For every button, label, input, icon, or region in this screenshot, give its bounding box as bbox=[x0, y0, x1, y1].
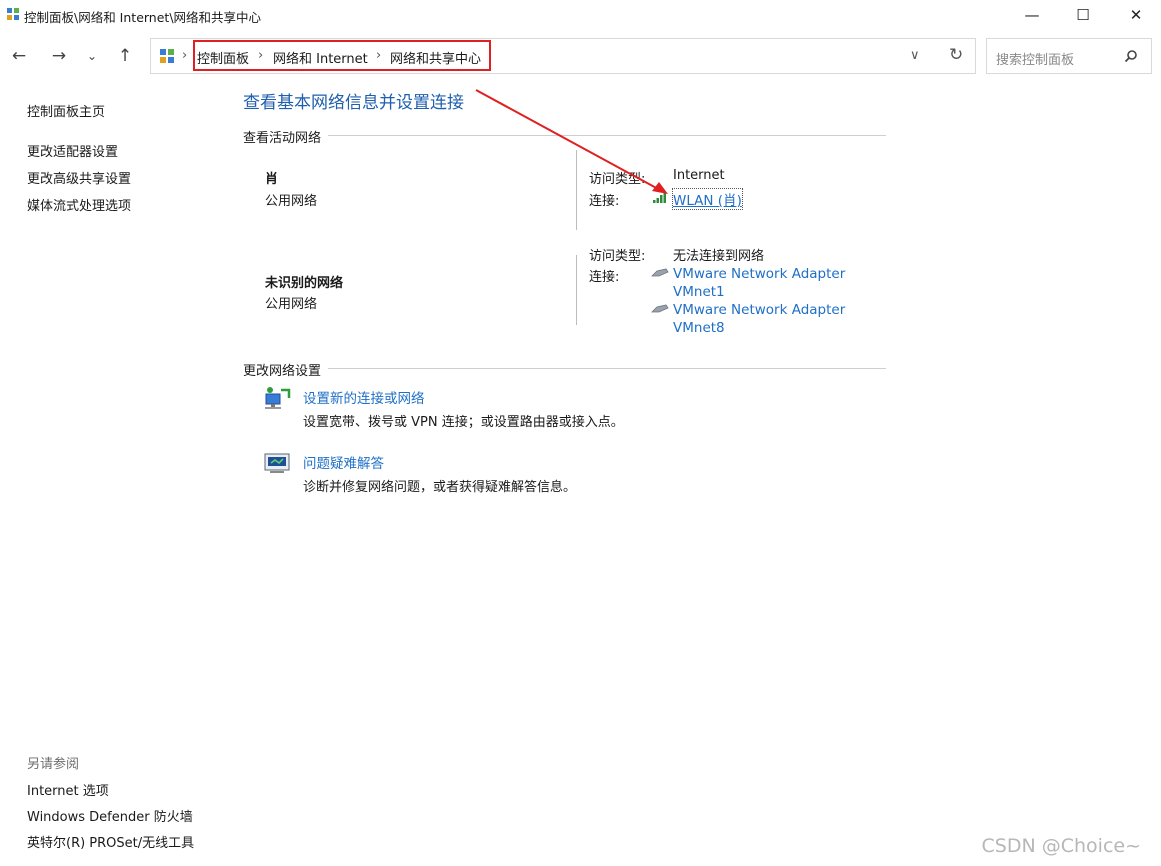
vmnet1-connection-link[interactable]: VMware Network Adapter bbox=[673, 266, 845, 282]
new-connection-icon bbox=[265, 387, 291, 409]
sidebar-item-internet-options[interactable]: Internet 选项 bbox=[27, 780, 109, 799]
access-type-value: Internet bbox=[673, 168, 725, 183]
page-title: 查看基本网络信息并设置连接 bbox=[243, 93, 464, 113]
troubleshoot-description: 诊断并修复网络问题，或者获得疑难解答信息。 bbox=[303, 480, 577, 495]
sidebar-item-adapter-settings[interactable]: 更改适配器设置 bbox=[27, 141, 118, 160]
see-also-heading: 另请参阅 bbox=[27, 757, 80, 772]
access-type-label: 访问类型: bbox=[589, 249, 646, 264]
vmnet8-connection-link-line2[interactable]: VMnet8 bbox=[673, 320, 725, 336]
sidebar-item-home[interactable]: 控制面板主页 bbox=[27, 101, 105, 120]
wifi-signal-icon bbox=[653, 192, 666, 203]
network-name: 未识别的网络 bbox=[265, 276, 344, 291]
network-name: 肖 bbox=[265, 172, 279, 187]
network-cable-icon bbox=[651, 304, 669, 313]
sidebar-item-advanced-sharing[interactable]: 更改高级共享设置 bbox=[27, 168, 131, 187]
section-title-change-settings: 更改网络设置 bbox=[243, 364, 322, 379]
search-placeholder: 搜索控制面板 bbox=[996, 53, 1075, 68]
maximize-button[interactable]: ☐ bbox=[1060, 0, 1106, 30]
back-button[interactable]: ← bbox=[7, 44, 31, 68]
network-type: 公用网络 bbox=[265, 194, 318, 209]
close-button[interactable]: ✕ bbox=[1113, 0, 1159, 30]
title-bar: 控制面板\网络和 Internet\网络和共享中心 — ☐ ✕ bbox=[0, 0, 1161, 30]
control-panel-icon bbox=[160, 49, 174, 63]
network-cable-icon bbox=[651, 268, 669, 277]
vmnet8-connection-link[interactable]: VMware Network Adapter bbox=[673, 302, 845, 318]
access-type-value: 无法连接到网络 bbox=[673, 249, 765, 264]
connection-label: 连接: bbox=[589, 270, 620, 285]
wlan-connection-link[interactable]: WLAN (肖) bbox=[672, 188, 743, 210]
forward-button[interactable]: → bbox=[47, 44, 71, 68]
sidebar-item-firewall[interactable]: Windows Defender 防火墙 bbox=[27, 806, 193, 825]
network-type: 公用网络 bbox=[265, 297, 318, 312]
sidebar-item-proset[interactable]: 英特尔(R) PROSet/无线工具 bbox=[27, 832, 194, 851]
minimize-button[interactable]: — bbox=[1009, 0, 1055, 30]
troubleshoot-icon bbox=[264, 453, 290, 473]
window-title: 控制面板\网络和 Internet\网络和共享中心 bbox=[24, 10, 262, 25]
refresh-icon[interactable]: ↻ bbox=[949, 45, 963, 65]
divider bbox=[576, 150, 577, 230]
search-icon[interactable] bbox=[1124, 49, 1138, 63]
sidebar-item-media-streaming[interactable]: 媒体流式处理选项 bbox=[27, 195, 131, 214]
breadcrumb-separator: › bbox=[182, 48, 188, 63]
annotation-arrow bbox=[475, 89, 668, 194]
annotation-highlight-box bbox=[193, 40, 491, 71]
chevron-down-icon[interactable]: ∨ bbox=[910, 48, 920, 63]
divider bbox=[328, 368, 886, 369]
access-type-label: 访问类型: bbox=[589, 172, 646, 187]
vmnet1-connection-link-line2[interactable]: VMnet1 bbox=[673, 284, 725, 300]
setup-connection-description: 设置宽带、拨号或 VPN 连接；或设置路由器或接入点。 bbox=[303, 415, 624, 430]
divider bbox=[328, 135, 886, 136]
troubleshoot-link[interactable]: 问题疑难解答 bbox=[303, 452, 384, 472]
up-button[interactable]: ↑ bbox=[113, 44, 137, 68]
divider bbox=[576, 255, 577, 325]
control-panel-icon bbox=[7, 8, 19, 20]
section-title-active-networks: 查看活动网络 bbox=[243, 131, 322, 146]
recent-locations-button[interactable]: ⌄ bbox=[80, 44, 104, 68]
connection-label: 连接: bbox=[589, 194, 620, 209]
watermark: CSDN @Choice~ bbox=[981, 835, 1141, 857]
setup-connection-link[interactable]: 设置新的连接或网络 bbox=[303, 387, 425, 407]
